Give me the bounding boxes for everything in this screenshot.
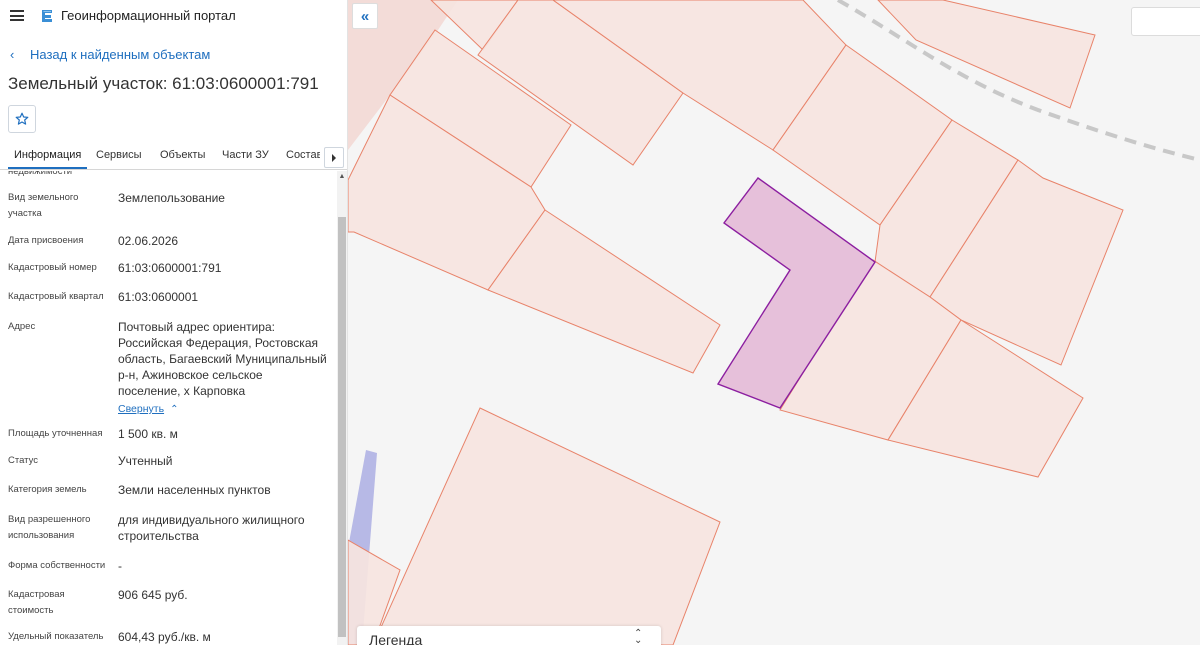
collapse-link[interactable]: Свернуть <box>118 403 164 415</box>
app-title: Геоинформационный портал <box>61 8 236 23</box>
cadastral-map <box>348 0 1200 645</box>
property-value: 906 645 руб. <box>118 588 188 602</box>
property-value: Почтовый адрес ориентира: Российская Фед… <box>118 320 327 398</box>
back-to-results-link[interactable]: ‹ Назад к найденным объектам <box>10 47 210 62</box>
property-value: Учтенный <box>118 454 173 468</box>
page-title: Земельный участок: 61:03:0600001:791 <box>8 74 319 93</box>
property-label: Дата присвоения <box>8 235 84 246</box>
tab-info[interactable]: Информация <box>7 149 88 169</box>
parcel <box>372 407 721 645</box>
property-value: 1 500 кв. м <box>118 427 178 441</box>
property-label: Статус <box>8 455 39 466</box>
property-label: Адрес <box>8 321 36 332</box>
property-value: для индивидуального жилищного строительс… <box>118 513 305 543</box>
tab-composition[interactable]: Состав <box>286 149 320 161</box>
property-label: Вид земельного участка <box>8 192 79 219</box>
property-label: Кадастровый квартал <box>8 291 104 302</box>
property-value: Земли населенных пунктов <box>118 483 271 497</box>
property-value: 604,43 руб./кв. м <box>118 630 211 644</box>
property-value: 02.06.2026 <box>118 234 179 248</box>
legend-title: Легенда <box>369 632 423 645</box>
property-label: Площадь уточненная <box>8 428 103 439</box>
scroll-thumb[interactable] <box>338 217 346 637</box>
tabs-next-button[interactable] <box>324 147 344 168</box>
property-label: Кадастровая стоимость <box>8 589 65 616</box>
favorite-button[interactable] <box>8 105 36 133</box>
chevron-updown-icon[interactable]: ⌃ ⌄ <box>634 629 642 645</box>
tab-parts[interactable]: Части ЗУ <box>222 149 269 161</box>
property-label: Удельный показатель <box>8 631 104 642</box>
tab-services[interactable]: Сервисы <box>96 149 142 161</box>
panel-scrollbar[interactable]: ▲ <box>337 171 347 645</box>
legend-panel[interactable]: Легенда ⌃ ⌄ <box>357 626 661 645</box>
property-value: Землепользование <box>118 191 225 205</box>
property-label: недвижимости <box>8 171 73 177</box>
back-link-label: Назад к найденным объектам <box>30 47 211 62</box>
map-search-box[interactable] <box>1131 7 1200 36</box>
collapse-panel-button[interactable]: « <box>352 3 378 29</box>
property-value: 61:03:0600001:791 <box>118 261 222 275</box>
property-value: - <box>118 559 122 573</box>
tab-objects[interactable]: Объекты <box>160 149 205 161</box>
star-icon <box>15 112 29 125</box>
scroll-up-arrow[interactable]: ▲ <box>338 173 346 181</box>
property-label: Форма собственности <box>8 560 106 571</box>
collapse-toggle[interactable]: Свернуть ⌃ <box>118 399 178 417</box>
portal-logo-icon <box>42 10 52 22</box>
property-label: Кадастровый номер <box>8 262 97 273</box>
map-canvas[interactable] <box>348 0 1200 645</box>
info-panel: Геоинформационный портал ‹ Назад к найден… <box>0 0 348 645</box>
property-label: Вид разрешенного использования <box>8 514 91 541</box>
tab-bar: Информация Сервисы Объекты Части ЗУ Сост… <box>0 146 347 170</box>
chevron-right-icon <box>332 153 336 162</box>
hamburger-icon[interactable] <box>10 10 24 21</box>
property-value: 61:03:0600001 <box>118 290 199 304</box>
top-bar: Геоинформационный портал <box>0 0 347 32</box>
properties-list: недвижимости Вид земельного участка Земл… <box>0 171 336 645</box>
chevron-up-icon: ⌃ <box>170 404 179 415</box>
chevron-left-icon: ‹ <box>10 47 15 62</box>
double-chevron-left-icon: « <box>360 7 370 25</box>
property-label: Категория земель <box>8 484 87 495</box>
